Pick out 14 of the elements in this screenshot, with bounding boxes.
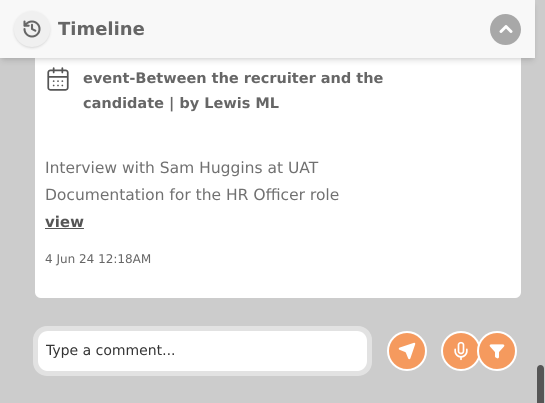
send-button[interactable]: [387, 331, 427, 371]
header-title: Timeline: [58, 18, 145, 42]
event-description: Interview with Sam Huggins at UAT Documentation for the HR Officer role: [45, 158, 340, 206]
history-icon: [14, 11, 50, 47]
event-timestamp: 4 Jun 24 12:18AM: [45, 251, 152, 268]
event-title: event-Between the recruiter and the candidate | by Lewis ML: [83, 70, 384, 114]
view-link[interactable]: view: [45, 213, 84, 231]
send-icon: [398, 342, 416, 360]
calendar-icon: [45, 66, 71, 92]
microphone-button[interactable]: [441, 331, 481, 371]
filter-icon: [489, 343, 505, 359]
collapse-button[interactable]: [490, 14, 521, 44]
comment-field[interactable]: Type a comment...: [33, 326, 372, 376]
filter-button[interactable]: [477, 331, 517, 371]
